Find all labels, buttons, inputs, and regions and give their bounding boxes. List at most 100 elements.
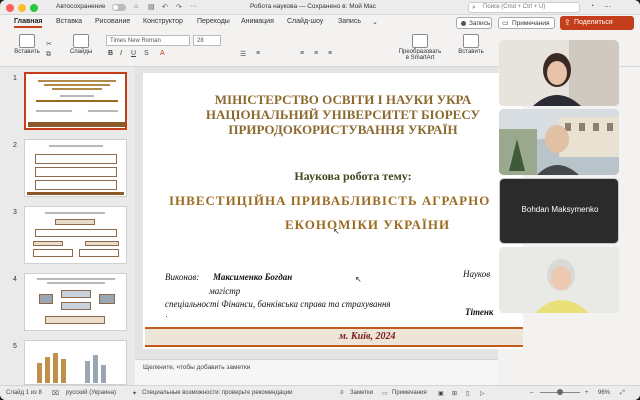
more-icon[interactable]: ···: [190, 3, 197, 10]
participant-tile-1[interactable]: [499, 40, 619, 106]
redo-icon[interactable]: ↷: [176, 3, 182, 11]
supervisor-label[interactable]: Науков: [463, 269, 490, 279]
work-subtitle[interactable]: Наукова робота тему:: [203, 169, 503, 184]
slide-counter: Слайд 1 из 8: [6, 390, 42, 396]
slideshow-view-icon[interactable]: ▷: [480, 390, 485, 397]
smartart-button[interactable]: Преобразовать в SmartArt: [398, 34, 442, 61]
participant-tile-4[interactable]: [499, 247, 619, 313]
align-center-icon[interactable]: ≡: [314, 50, 318, 57]
ministry-line-3[interactable]: ПРИРОДОКОРИСТУВАННЯ УКРАЇН: [163, 123, 523, 137]
thumb-number: 3: [13, 209, 17, 216]
notes-status[interactable]: Примечания: [392, 390, 427, 396]
paste-button[interactable]: Вставить: [12, 34, 42, 55]
ministry-line-2[interactable]: НАЦІОНАЛЬНИЙ УНІВЕРСИТЕТ БІОРЕСУ: [163, 108, 523, 122]
font-family-select[interactable]: Times New Roman: [106, 35, 190, 46]
strikethrough-icon[interactable]: S: [144, 50, 149, 57]
cut-icon[interactable]: ✂: [46, 40, 52, 48]
comments-status[interactable]: Заметки: [350, 390, 373, 396]
search-placeholder: Поиск (Cmd + Ctrl + U): [483, 4, 546, 10]
thumb-number: 1: [13, 75, 17, 82]
tab-slideshow[interactable]: Слайд-шоу: [287, 18, 323, 25]
theme-line-1[interactable]: ІНВЕСТИЦІЙНА ПРИВАБЛИВІСТЬ АГРАРНО: [169, 193, 529, 209]
tab-animations[interactable]: Анимация: [241, 18, 274, 25]
shapes-icon: [463, 34, 479, 48]
zoom-level[interactable]: 96%: [598, 390, 610, 396]
zoom-slider-knob[interactable]: [557, 389, 563, 395]
normal-view-icon[interactable]: ▣: [438, 390, 444, 397]
share-button[interactable]: ⇪ Поделиться: [560, 16, 634, 30]
search-input[interactable]: ⌕ Поиск (Cmd + Ctrl + U): [468, 2, 580, 13]
minimize-window-button[interactable]: [18, 4, 26, 12]
participant-tile-2[interactable]: [499, 109, 619, 175]
slide-thumbnail-3[interactable]: [24, 206, 127, 264]
degree-text[interactable]: магістр: [209, 286, 240, 296]
zoom-out-icon[interactable]: –: [530, 390, 533, 396]
comment-icon: ▭: [502, 20, 509, 27]
save-icon[interactable]: ▤: [148, 3, 155, 11]
thumb-number: 5: [13, 343, 17, 350]
zoom-in-icon[interactable]: +: [585, 390, 589, 396]
tab-more-icon[interactable]: ⌄: [372, 18, 378, 26]
tab-draw[interactable]: Рисование: [95, 18, 130, 25]
share-icon: ⇪: [564, 18, 571, 27]
numbering-icon[interactable]: ≡: [256, 50, 260, 57]
new-slide-button[interactable]: Слайды: [66, 34, 96, 55]
sorter-view-icon[interactable]: ⊞: [452, 390, 457, 397]
insert-shape-button[interactable]: Вставить: [456, 34, 486, 55]
underline-icon[interactable]: U: [131, 50, 136, 57]
tab-design[interactable]: Конструктор: [143, 18, 183, 25]
slide-thumbnail-5[interactable]: [24, 340, 127, 385]
performer-label[interactable]: Виконав:: [165, 272, 199, 282]
font-size-select[interactable]: 28: [193, 35, 221, 46]
comments-button[interactable]: ▭ Примечания: [498, 17, 555, 29]
ministry-line-1[interactable]: МІНІСТЕРСТВО ОСВІТИ І НАУКИ УКРА: [163, 93, 523, 107]
align-right-icon[interactable]: ≡: [328, 50, 332, 57]
align-left-icon[interactable]: ≡: [300, 50, 304, 57]
search-icon: ⌕: [472, 4, 476, 11]
slide-thumbnail-2[interactable]: [24, 139, 127, 197]
copy-icon[interactable]: ⧉: [46, 51, 51, 59]
paste-label: Вставить: [14, 49, 40, 55]
specialty-text[interactable]: спеціальності Фінанси, банківська справа…: [165, 299, 391, 309]
tab-record[interactable]: Запись: [338, 18, 361, 25]
slide-thumbnail-4[interactable]: [24, 273, 127, 331]
author-name[interactable]: Максименко Богдан: [213, 272, 292, 282]
city-year[interactable]: м. Київ, 2024: [339, 331, 395, 342]
current-slide[interactable]: МІНІСТЕРСТВО ОСВІТИ І НАУКИ УКРА НАЦІОНА…: [143, 73, 523, 349]
theme-line-2[interactable]: ЕКОНОМІКИ УКРАЇНИ: [285, 217, 535, 233]
autosave-toggle[interactable]: [112, 4, 126, 11]
supervisor-name[interactable]: Тітенк: [465, 307, 493, 317]
clipboard-icon: [19, 34, 35, 48]
font-color-icon[interactable]: A: [160, 50, 165, 57]
italic-icon[interactable]: I: [120, 50, 122, 57]
home-icon[interactable]: ⌂: [134, 3, 138, 10]
tab-insert[interactable]: Вставка: [56, 18, 82, 25]
ribbon-options-icon[interactable]: ⋯: [604, 3, 611, 11]
thumb-number: 2: [13, 142, 17, 149]
tab-transitions[interactable]: Переходы: [197, 18, 230, 25]
slide-thumbnail-1[interactable]: [24, 72, 127, 130]
bold-icon[interactable]: B: [108, 50, 113, 57]
fit-slide-icon[interactable]: ⤢: [620, 390, 625, 397]
bullets-icon[interactable]: ☰: [240, 50, 246, 58]
slide-editor-canvas[interactable]: МІНІСТЕРСТВО ОСВІТИ І НАУКИ УКРА НАЦІОНА…: [135, 67, 523, 359]
close-window-button[interactable]: [6, 4, 14, 12]
accessibility-label[interactable]: Специальные возможности: проверьте реком…: [142, 390, 292, 396]
language-label[interactable]: русский (Украина): [66, 390, 116, 396]
notes-icon[interactable]: ▭: [382, 390, 388, 397]
record-button[interactable]: Запись: [456, 17, 492, 29]
account-icon[interactable]: ◔: [590, 3, 594, 10]
tab-home[interactable]: Главная: [14, 18, 43, 28]
participant-tile-3[interactable]: Bohdan Maksymenko: [499, 178, 619, 244]
notes-placeholder: Щелкните, чтобы добавить заметки: [143, 364, 251, 371]
spellcheck-icon[interactable]: ⌧: [52, 390, 59, 397]
accessibility-icon[interactable]: ✦: [132, 390, 137, 397]
undo-icon[interactable]: ↶: [162, 3, 168, 11]
comments-icon[interactable]: ≡: [340, 390, 344, 396]
share-label: Поделиться: [574, 19, 613, 26]
participant-video-icon: [499, 247, 619, 313]
reading-view-icon[interactable]: ▯: [466, 390, 469, 397]
notes-pane[interactable]: Щелкните, чтобы добавить заметки: [135, 359, 498, 385]
zoom-window-button[interactable]: [30, 4, 38, 12]
participant-video-icon: [499, 109, 619, 175]
